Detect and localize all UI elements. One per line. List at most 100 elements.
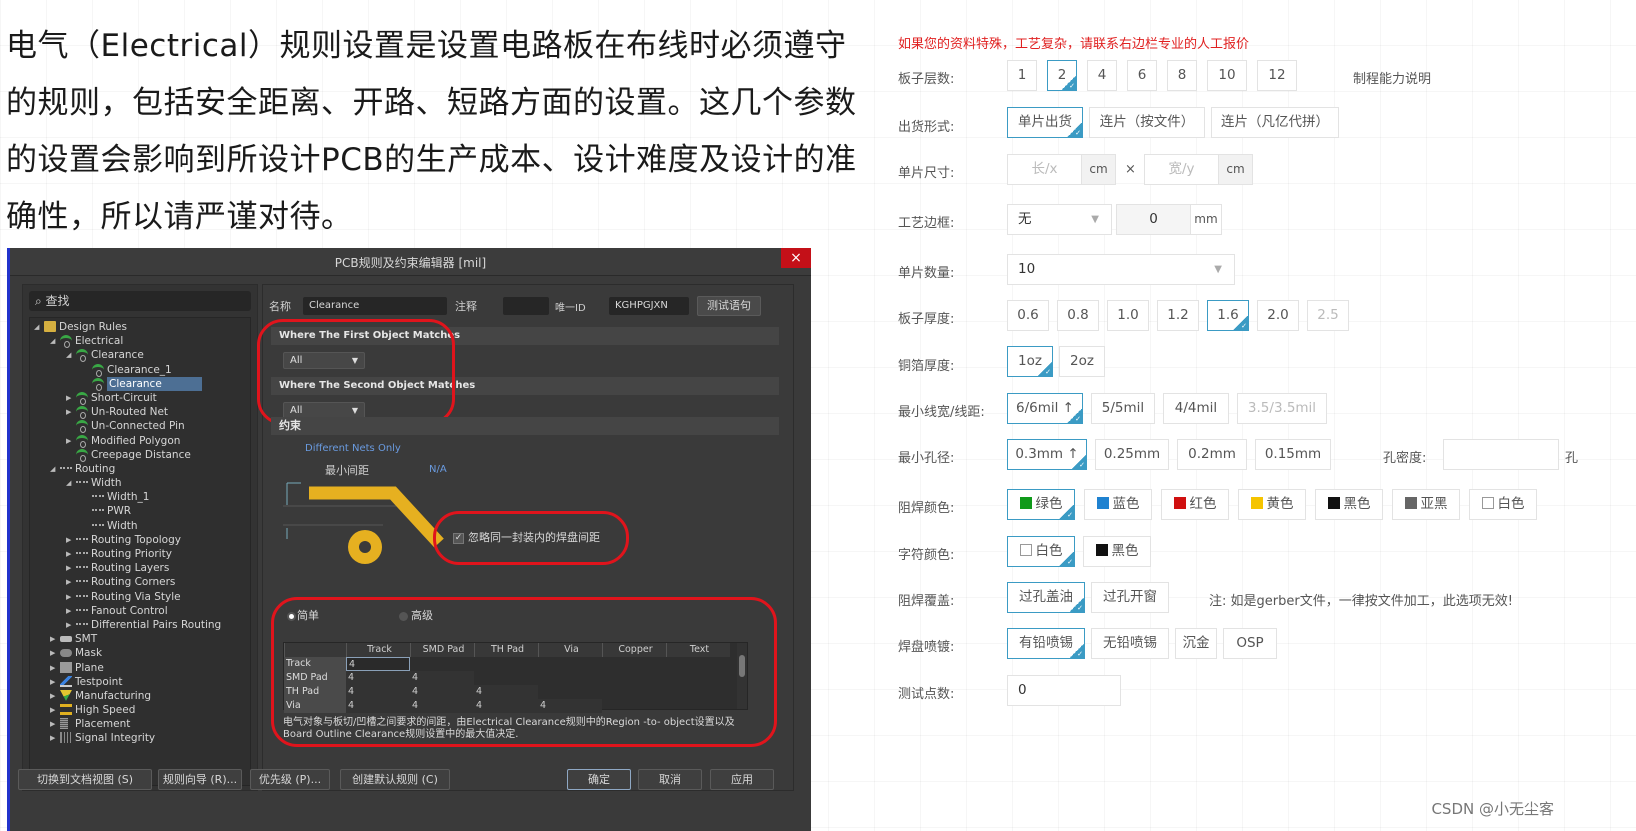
grid-cell[interactable]: 4 bbox=[410, 671, 474, 685]
collapse-toggle-icon[interactable]: ▶ bbox=[50, 703, 58, 717]
option-trace[interactable]: 5/5mil bbox=[1091, 393, 1155, 424]
option-mask[interactable]: 蓝色 bbox=[1084, 489, 1152, 520]
option-layers[interactable]: 8 bbox=[1167, 60, 1197, 91]
tree-item[interactable]: Clearance_1 bbox=[30, 363, 250, 377]
expand-toggle-icon[interactable]: ◢ bbox=[66, 476, 74, 490]
tree-item[interactable]: Creepage Distance bbox=[30, 448, 250, 462]
option-layers[interactable]: 12 bbox=[1257, 60, 1297, 91]
tree-item[interactable]: ▶ Manufacturing bbox=[30, 689, 250, 703]
process-capability-link[interactable]: 制程能力说明 bbox=[1353, 68, 1431, 87]
close-button[interactable]: × bbox=[781, 248, 811, 268]
expand-toggle-icon[interactable]: ◢ bbox=[34, 320, 42, 334]
tree-item[interactable]: ▶ Short-Circuit bbox=[30, 391, 250, 405]
option-mask[interactable]: 黑色 bbox=[1315, 489, 1383, 520]
test-query-button[interactable]: 测试语句 bbox=[697, 296, 761, 316]
collapse-toggle-icon[interactable]: ▶ bbox=[66, 547, 74, 561]
option-finish[interactable]: 有铅喷锡 bbox=[1007, 628, 1085, 659]
apply-button[interactable]: 应用 bbox=[710, 769, 774, 790]
tree-item[interactable]: ◢ Electrical bbox=[30, 334, 250, 349]
option-copper[interactable]: 2oz bbox=[1059, 346, 1105, 377]
tree-item[interactable]: ▶ SMT bbox=[30, 632, 250, 646]
option-layers[interactable]: 4 bbox=[1087, 60, 1117, 91]
size-x-input[interactable]: 长/x bbox=[1007, 154, 1082, 185]
option-mask[interactable]: 黄色 bbox=[1238, 489, 1306, 520]
tree-item[interactable]: ▶ Routing Layers bbox=[30, 561, 250, 575]
option-delivery[interactable]: 单片出货 bbox=[1007, 107, 1083, 138]
option-hole[interactable]: 0.25mm bbox=[1095, 439, 1169, 470]
option-layers[interactable]: 10 bbox=[1207, 60, 1247, 91]
option-mask[interactable]: 亚黑 bbox=[1392, 489, 1460, 520]
grid-cell[interactable]: 4 bbox=[346, 699, 410, 713]
collapse-toggle-icon[interactable]: ▶ bbox=[66, 391, 74, 405]
collapse-toggle-icon[interactable]: ▶ bbox=[50, 675, 58, 689]
tree-item[interactable]: ▶ Signal Integrity bbox=[30, 731, 250, 745]
tree-item[interactable]: ▶ Testpoint bbox=[30, 675, 250, 689]
option-thickness[interactable]: 0.8 bbox=[1057, 300, 1099, 331]
option-trace[interactable]: 4/4mil bbox=[1163, 393, 1229, 424]
collapse-toggle-icon[interactable]: ▶ bbox=[66, 575, 74, 589]
option-thickness[interactable]: 1.0 bbox=[1107, 300, 1149, 331]
expand-toggle-icon[interactable]: ◢ bbox=[66, 348, 74, 362]
grid-cell[interactable]: 4 bbox=[410, 699, 474, 713]
comment-input[interactable] bbox=[503, 297, 549, 315]
option-silk[interactable]: 白色 bbox=[1007, 536, 1075, 567]
option-delivery[interactable]: 连片（凡亿代拼） bbox=[1211, 107, 1339, 138]
search-input[interactable]: ⌕ 查找 bbox=[29, 291, 251, 311]
option-silk[interactable]: 黑色 bbox=[1083, 536, 1151, 567]
tree-item[interactable]: Clearance bbox=[30, 376, 250, 391]
collapse-toggle-icon[interactable]: ▶ bbox=[66, 618, 74, 632]
grid-cell[interactable]: 4 bbox=[474, 699, 538, 713]
option-mask[interactable]: 绿色 bbox=[1007, 489, 1075, 520]
tree-item[interactable]: ▶ Un-Routed Net bbox=[30, 405, 250, 420]
tree-item[interactable]: ◢ Design Rules bbox=[30, 320, 250, 334]
cancel-button[interactable]: 取消 bbox=[638, 769, 702, 790]
option-thickness[interactable]: 2.0 bbox=[1257, 300, 1299, 331]
hole-density-input[interactable] bbox=[1443, 439, 1559, 470]
grid-cell[interactable]: 4 bbox=[474, 685, 538, 699]
option-layers[interactable]: 2 bbox=[1047, 60, 1077, 91]
test-points-input[interactable]: 0 bbox=[1007, 675, 1121, 706]
tree-item[interactable]: ▶ Routing Corners bbox=[30, 575, 250, 589]
unique-id-input[interactable]: KGHPGJXN bbox=[609, 297, 689, 315]
option-thickness[interactable]: 1.6 bbox=[1207, 300, 1249, 331]
tree-item[interactable]: ▶ High Speed bbox=[30, 703, 250, 717]
collapse-toggle-icon[interactable]: ▶ bbox=[66, 561, 74, 575]
grid-cell[interactable]: 4 bbox=[346, 671, 410, 685]
priority-button[interactable]: 优先级 (P)... bbox=[250, 769, 330, 790]
tree-item[interactable]: Width_1 bbox=[30, 490, 250, 504]
tree-item[interactable]: ◢ Clearance bbox=[30, 348, 250, 363]
option-layers[interactable]: 6 bbox=[1127, 60, 1157, 91]
grid-cell[interactable]: 4 bbox=[346, 685, 410, 699]
grid-cell[interactable]: 4 bbox=[410, 685, 474, 699]
mode-simple-radio[interactable]: 简单 bbox=[289, 607, 319, 623]
option-layers[interactable]: 1 bbox=[1007, 60, 1037, 91]
tree-item[interactable]: PWR bbox=[30, 504, 250, 518]
collapse-toggle-icon[interactable]: ▶ bbox=[66, 590, 74, 604]
option-hole[interactable]: 0.2mm bbox=[1177, 439, 1247, 470]
tree-item[interactable]: Width bbox=[30, 519, 250, 533]
collapse-toggle-icon[interactable]: ▶ bbox=[50, 632, 58, 646]
tree-item[interactable]: ▶ Routing Via Style bbox=[30, 590, 250, 604]
option-mask[interactable]: 红色 bbox=[1161, 489, 1229, 520]
collapse-toggle-icon[interactable]: ▶ bbox=[50, 689, 58, 703]
option-delivery[interactable]: 连片（按文件） bbox=[1089, 107, 1205, 138]
collapse-toggle-icon[interactable]: ▶ bbox=[50, 717, 58, 731]
option-thickness[interactable]: 0.6 bbox=[1007, 300, 1049, 331]
option-finish[interactable]: 无铅喷锡 bbox=[1091, 628, 1169, 659]
ignore-pads-checkbox[interactable]: ✓ 忽略同一封装内的焊盘间距 bbox=[453, 529, 600, 545]
grid-cell[interactable]: 4 bbox=[346, 657, 410, 671]
first-object-dropdown[interactable]: All ▼ bbox=[283, 352, 365, 369]
tree-item[interactable]: ▶ Fanout Control bbox=[30, 604, 250, 618]
option-trace[interactable]: 6/6mil ↑ bbox=[1007, 393, 1083, 424]
collapse-toggle-icon[interactable]: ▶ bbox=[50, 731, 58, 745]
collapse-toggle-icon[interactable]: ▶ bbox=[66, 604, 74, 618]
option-hole[interactable]: 0.3mm ↑ bbox=[1007, 439, 1087, 470]
tree-item[interactable]: ▶ Routing Priority bbox=[30, 547, 250, 561]
expand-toggle-icon[interactable]: ◢ bbox=[50, 334, 58, 348]
grid-cell[interactable]: 4 bbox=[538, 699, 602, 713]
tree-item[interactable]: ▶ Placement bbox=[30, 717, 250, 731]
ok-button[interactable]: 确定 bbox=[567, 769, 631, 790]
collapse-toggle-icon[interactable]: ▶ bbox=[66, 405, 74, 419]
option-cover[interactable]: 过孔盖油 bbox=[1007, 582, 1085, 613]
tree-item[interactable]: ▶ Routing Topology bbox=[30, 533, 250, 547]
